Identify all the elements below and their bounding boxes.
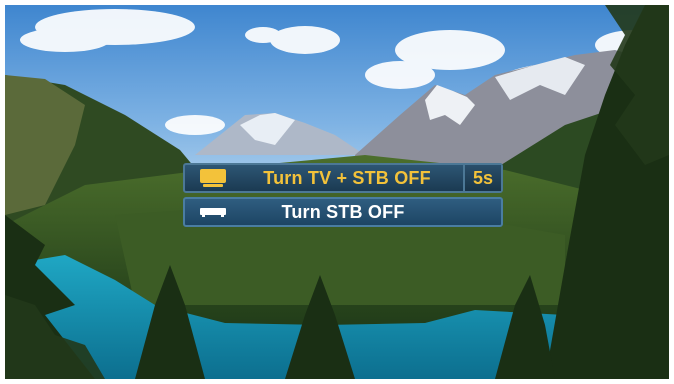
- turn-tv-stb-off-label: Turn TV + STB OFF: [263, 167, 431, 188]
- turn-stb-off-option[interactable]: Turn STB OFF: [183, 197, 503, 227]
- power-off-menu: Turn TV + STB OFF 5s Turn STB OFF: [183, 163, 503, 227]
- turn-stb-off-label: Turn STB OFF: [281, 201, 405, 222]
- tv-icon: [197, 165, 229, 191]
- countdown-timer: 5s: [463, 165, 501, 191]
- turn-tv-stb-off-option[interactable]: Turn TV + STB OFF 5s: [183, 163, 503, 193]
- screen: Turn TV + STB OFF 5s Turn STB OFF: [5, 5, 669, 379]
